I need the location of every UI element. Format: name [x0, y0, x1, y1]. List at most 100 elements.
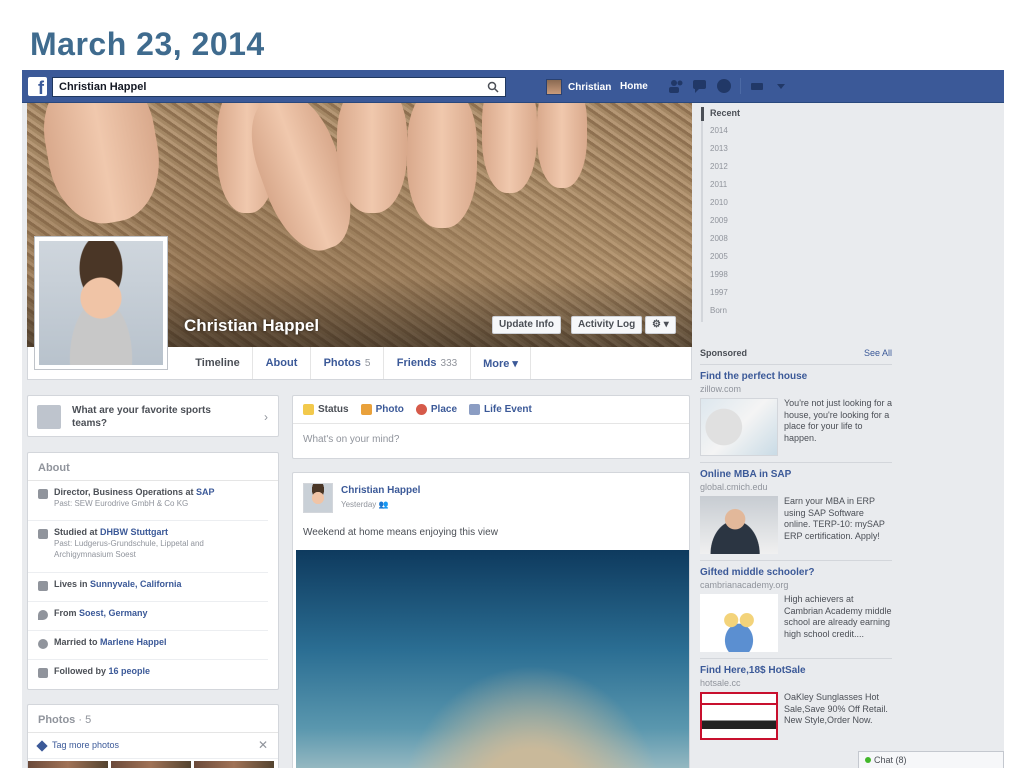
ad-domain: global.cmich.edu: [700, 482, 768, 492]
gear-menu-button[interactable]: ⚙ ▾: [645, 316, 676, 334]
composer-tab-place[interactable]: Place: [415, 404, 458, 415]
about-followers: Followed by 16 people: [28, 660, 268, 689]
year-link[interactable]: 2011: [701, 179, 761, 197]
activity-log-button[interactable]: Activity Log: [571, 316, 643, 334]
about-married: Married to Marlene Happel: [28, 631, 268, 660]
facebook-logo-icon[interactable]: f: [28, 77, 47, 96]
ad-title[interactable]: Online MBA in SAP: [700, 469, 892, 480]
cover-foot: [407, 103, 477, 228]
about-link[interactable]: DHBW Stuttgart: [100, 527, 168, 537]
post-avatar[interactable]: [303, 483, 333, 513]
composer-tab-label: Place: [430, 404, 458, 415]
tab-friends[interactable]: Friends 333: [384, 347, 471, 379]
year-link[interactable]: 2008: [701, 233, 761, 251]
about-link[interactable]: SAP: [196, 487, 215, 497]
ad-image-person[interactable]: [700, 496, 778, 554]
ad-item[interactable]: Online MBA in SAP global.cmich.edu Earn …: [700, 463, 892, 561]
tag-more-photos[interactable]: Tag more photos ✕: [28, 733, 278, 759]
year-link[interactable]: Recent: [701, 107, 761, 125]
nav-home-link[interactable]: Home: [620, 81, 648, 92]
about-link[interactable]: Marlene Happel: [100, 637, 167, 647]
photo-thumbnail[interactable]: [111, 761, 191, 768]
chevron-right-icon: ›: [264, 410, 268, 424]
tab-photos[interactable]: Photos 5: [311, 347, 384, 379]
year-link[interactable]: 1998: [701, 269, 761, 287]
privacy-icon[interactable]: [749, 78, 765, 94]
photos-count: · 5: [78, 714, 92, 726]
tab-timeline[interactable]: Timeline: [183, 347, 253, 379]
profile-picture[interactable]: [34, 236, 168, 370]
year-link[interactable]: Born: [701, 305, 761, 323]
photo-thumbnail[interactable]: [194, 761, 274, 768]
about-text: Director, Business Operations at: [54, 487, 197, 497]
ad-item[interactable]: Find Here,18$ HotSale hotsale.cc OaKley …: [700, 659, 892, 746]
about-sub: Past: Ludgerus-Grundschule, Lippetal and…: [54, 539, 204, 559]
post-photo[interactable]: [296, 550, 689, 768]
photo-thumbnail[interactable]: [28, 761, 108, 768]
graduation-cap-icon: [38, 529, 48, 539]
friend-requests-icon[interactable]: [668, 78, 684, 94]
search-input[interactable]: Christian Happel: [52, 77, 506, 97]
year-link[interactable]: 1997: [701, 287, 761, 305]
ad-item[interactable]: Find the perfect house zillow.com You're…: [700, 365, 892, 463]
messages-icon[interactable]: [692, 78, 708, 94]
nav-avatar: [546, 79, 562, 95]
sponsored-header: Sponsored See All: [700, 348, 892, 365]
about-lives: Lives in Sunnyvale, California: [28, 573, 268, 602]
ad-image-oakley[interactable]: [700, 692, 778, 740]
photos-title[interactable]: Photos: [38, 714, 75, 726]
sports-teams-prompt[interactable]: What are your favorite sports teams? ›: [27, 395, 279, 437]
composer-tab-status[interactable]: Status: [303, 404, 349, 415]
nav-user-link[interactable]: Christian: [546, 77, 611, 97]
top-navigation-bar: f Christian Happel Christian Home: [22, 70, 1004, 103]
close-icon[interactable]: ✕: [258, 738, 268, 752]
composer-tab-label: Life Event: [484, 404, 532, 415]
post-author[interactable]: Christian Happel: [341, 485, 420, 496]
composer-tab-life-event[interactable]: Life Event: [469, 404, 532, 415]
ad-item[interactable]: Gifted middle schooler? cambrianacademy.…: [700, 561, 892, 659]
tag-icon: [36, 740, 48, 752]
about-link[interactable]: 16 people: [109, 666, 151, 676]
ad-image-map[interactable]: [700, 398, 778, 456]
about-text: Lives in: [54, 579, 91, 589]
year-link[interactable]: 2010: [701, 197, 761, 215]
composer-tab-photo[interactable]: Photo: [360, 404, 404, 415]
update-info-button[interactable]: Update Info: [492, 316, 561, 334]
status-input[interactable]: What's on your mind?: [293, 424, 689, 455]
house-icon: [38, 581, 48, 591]
about-title[interactable]: About: [28, 453, 278, 481]
year-link[interactable]: 2013: [701, 143, 761, 161]
chat-bar[interactable]: Chat (8): [858, 751, 1004, 768]
ad-title[interactable]: Find the perfect house: [700, 371, 892, 382]
profile-name[interactable]: Christian Happel: [184, 316, 319, 336]
location-pin-icon: [38, 610, 48, 620]
ad-description: You're not just looking for a house, you…: [784, 398, 892, 443]
see-all-link[interactable]: See All: [864, 348, 892, 358]
facebook-screenshot: f Christian Happel Christian Home Christ…: [22, 70, 1004, 768]
tab-more[interactable]: More ▾: [471, 347, 531, 379]
cover-foot: [337, 103, 407, 213]
year-link[interactable]: 2014: [701, 125, 761, 143]
about-link[interactable]: Soest, Germany: [79, 608, 148, 618]
ad-image-cartoon[interactable]: [700, 594, 778, 652]
settings-dropdown-icon[interactable]: [773, 78, 789, 94]
year-link[interactable]: 2005: [701, 251, 761, 269]
ad-domain: hotsale.cc: [700, 678, 741, 688]
about-from: From Soest, Germany: [28, 602, 268, 631]
tab-about[interactable]: About: [253, 347, 311, 379]
about-link[interactable]: Sunnyvale, California: [90, 579, 182, 589]
tab-count: 333: [440, 357, 458, 369]
ad-title[interactable]: Find Here,18$ HotSale: [700, 665, 892, 676]
about-text: From: [54, 608, 80, 618]
ad-title[interactable]: Gifted middle schooler?: [700, 567, 892, 578]
ad-description: High achievers at Cambrian Academy middl…: [784, 594, 892, 639]
year-link[interactable]: 2009: [701, 215, 761, 233]
post-time-text[interactable]: Yesterday: [341, 500, 376, 509]
year-link[interactable]: 2012: [701, 161, 761, 179]
notifications-icon[interactable]: [716, 78, 732, 94]
audience-icon[interactable]: 👥: [379, 500, 389, 509]
briefcase-icon: [38, 489, 48, 499]
sponsored-column: Sponsored See All Find the perfect house…: [700, 348, 892, 746]
place-pin-icon: [415, 404, 427, 415]
search-icon[interactable]: [487, 81, 499, 93]
